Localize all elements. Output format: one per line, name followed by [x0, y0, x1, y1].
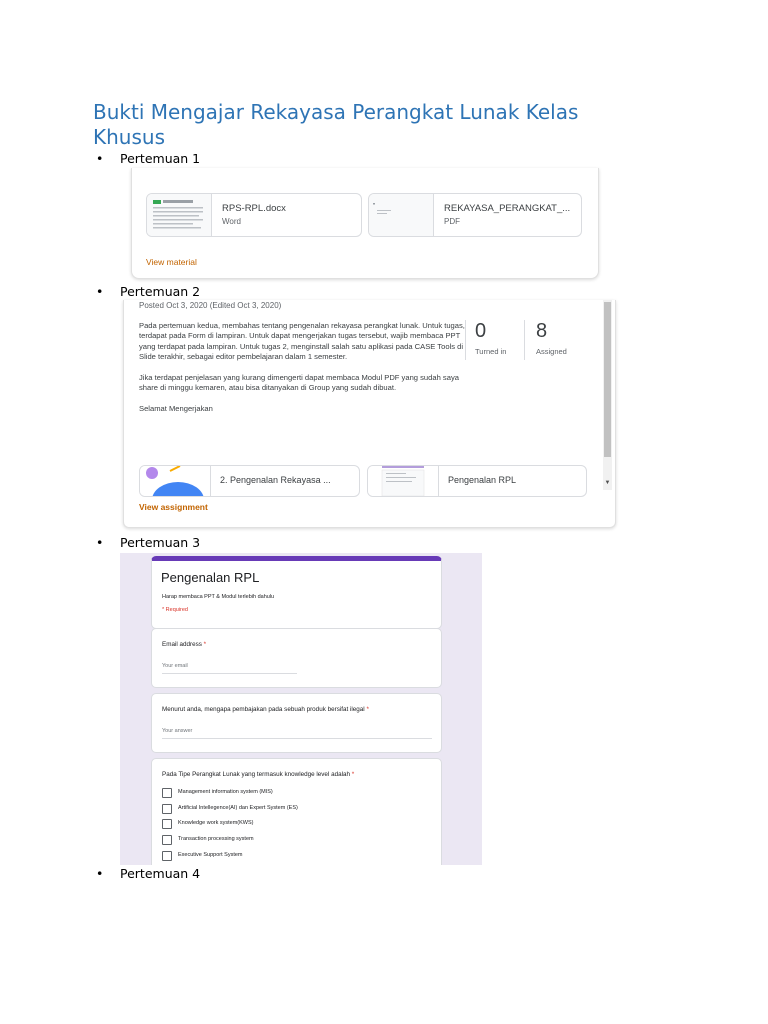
- checkbox[interactable]: [162, 835, 172, 845]
- checkbox[interactable]: [162, 804, 172, 814]
- question-card-knowledge-level: Pada Tipe Perangkat Lunak yang termasuk …: [151, 758, 442, 865]
- question-label: Menurut anda, mengapa pembajakan pada se…: [162, 706, 369, 713]
- attachment-pdf[interactable]: REKAYASA_PERANGKAT_... PDF: [368, 193, 582, 237]
- question-card-email: Email address * Your email: [151, 628, 442, 688]
- description-paragraph: Jika terdapat penjelasan yang kurang dim…: [139, 373, 459, 393]
- assigned-label: Assigned: [536, 347, 567, 356]
- answer-field[interactable]: Your answer: [162, 728, 432, 739]
- slides-thumbnail-icon: [140, 466, 211, 496]
- scrollbar-thumb[interactable]: [604, 302, 611, 457]
- checkbox-label: Transaction processing system: [178, 836, 254, 842]
- form-description: Harap membaca PPT & Modul terlebih dahul…: [162, 594, 275, 600]
- assignment-description: Pada pertemuan kedua, membahas tentang p…: [139, 321, 467, 425]
- checkbox-label: Management information system (MIS): [178, 789, 273, 795]
- checkbox[interactable]: [162, 788, 172, 798]
- pdf-thumbnail-icon: [369, 194, 434, 236]
- google-form-screenshot: Pengenalan RPL Harap membaca PPT & Modul…: [120, 553, 482, 865]
- question-text: Pada Tipe Perangkat Lunak yang termasuk …: [162, 771, 350, 778]
- question-label: Pada Tipe Perangkat Lunak yang termasuk …: [162, 771, 354, 778]
- question-card-piracy: Menurut anda, mengapa pembajakan pada se…: [151, 693, 442, 753]
- question-text: Menurut anda, mengapa pembajakan pada se…: [162, 706, 365, 713]
- required-star: *: [203, 641, 207, 648]
- form-title: Pengenalan RPL: [161, 570, 260, 585]
- bullet-dot: •: [96, 535, 104, 550]
- attachment-name: 2. Pengenalan Rekayasa ...: [220, 475, 331, 485]
- attachment-name: RPS-RPL.docx: [222, 203, 286, 214]
- stats-divider: [465, 320, 466, 360]
- checkbox[interactable]: [162, 819, 172, 829]
- attachment-name: REKAYASA_PERANGKAT_...: [444, 203, 571, 214]
- bullet-dot: •: [96, 151, 104, 166]
- form-thumbnail-icon: [368, 466, 439, 496]
- attachment-type: PDF: [444, 217, 460, 226]
- classroom-material-screenshot: RPS-RPL.docx Word REKAYASA_PERANGKAT_...…: [131, 168, 599, 279]
- bullet-label: Pertemuan 3: [120, 535, 201, 550]
- bullet-dot: •: [96, 284, 104, 299]
- classroom-assignment-screenshot: Posted Oct 3, 2020 (Edited Oct 3, 2020) …: [123, 300, 616, 528]
- description-paragraph: Pada pertemuan kedua, membahas tentang p…: [139, 321, 465, 362]
- attachment-slides[interactable]: 2. Pengenalan Rekayasa ...: [139, 465, 360, 497]
- attachment-form[interactable]: Pengenalan RPL: [367, 465, 587, 497]
- question-text: Email address: [162, 641, 202, 648]
- question-label: Email address *: [162, 641, 206, 648]
- required-note: * Required: [162, 607, 188, 613]
- attachment-docx[interactable]: RPS-RPL.docx Word: [146, 193, 362, 237]
- description-paragraph: Selamat Mengerjakan: [139, 404, 213, 414]
- turned-in-label: Turned in: [475, 347, 507, 356]
- bullet-dot: •: [96, 866, 104, 881]
- bullet-label: Pertemuan 1: [120, 151, 201, 166]
- attachment-name: Pengenalan RPL: [448, 475, 517, 485]
- checkbox-label: Knowledge work system(KWS): [178, 820, 254, 826]
- stats-divider: [524, 320, 525, 360]
- docx-thumbnail-icon: [147, 194, 212, 236]
- turned-in-count[interactable]: 0: [475, 320, 486, 343]
- checkbox-label: Artificial Intellegence(AI) dan Expert S…: [178, 805, 298, 811]
- bullet-label: Pertemuan 4: [120, 866, 201, 881]
- checkbox-label: Executive Support System: [178, 852, 243, 858]
- vertical-scrollbar[interactable]: ▼: [603, 300, 612, 490]
- document-title: Bukti Mengajar Rekayasa Perangkat Lunak …: [93, 100, 579, 149]
- view-assignment-link[interactable]: View assignment: [139, 502, 208, 512]
- email-field[interactable]: Your email: [162, 663, 297, 674]
- attachment-type: Word: [222, 217, 241, 226]
- checkbox[interactable]: [162, 851, 172, 861]
- bullet-label: Pertemuan 2: [120, 284, 201, 299]
- required-star: *: [366, 706, 369, 713]
- required-star: *: [351, 771, 355, 778]
- posted-date: Posted Oct 3, 2020 (Edited Oct 3, 2020): [139, 301, 282, 310]
- scroll-down-arrow-icon[interactable]: ▼: [603, 480, 612, 486]
- view-material-link[interactable]: View material: [146, 257, 197, 267]
- form-header-card: Pengenalan RPL Harap membaca PPT & Modul…: [151, 556, 442, 629]
- assigned-count[interactable]: 8: [536, 320, 547, 343]
